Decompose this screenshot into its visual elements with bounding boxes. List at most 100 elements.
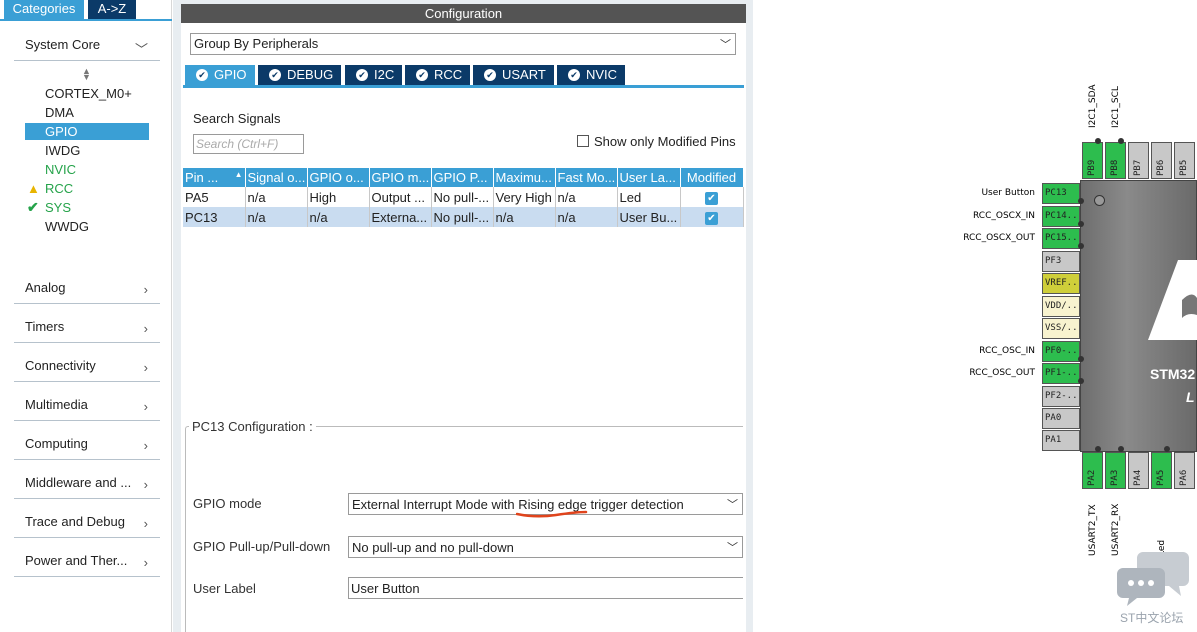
category-label: Power and Ther...: [25, 553, 128, 568]
category-timers[interactable]: Timers ›: [14, 319, 160, 343]
col-header-gpio-pull[interactable]: GPIO P...: [431, 168, 494, 187]
show-modified-checkbox[interactable]: Show only Modified Pins: [577, 134, 736, 149]
tree-item-sys[interactable]: SYS: [45, 200, 71, 215]
tab-nvic[interactable]: ✔ NVIC: [557, 65, 626, 85]
chevron-down-icon: ﹀: [720, 39, 731, 51]
cell-modified[interactable]: ✔: [680, 187, 744, 207]
pin-pc14[interactable]: PC14...: [1042, 206, 1080, 227]
pin-vref[interactable]: VREF...: [1042, 273, 1080, 294]
pull-select[interactable]: No pull-up and no pull-down ﹀: [348, 536, 743, 558]
tree-item-iwdg[interactable]: IWDG: [45, 143, 80, 158]
table-row[interactable]: PA5 n/a High Output ... No pull-... Very…: [183, 187, 744, 207]
pin-signal-label: I2C1_SDA: [1088, 84, 1098, 128]
show-modified-label: Show only Modified Pins: [594, 134, 736, 149]
warning-icon: ▲: [27, 181, 40, 196]
tree-item-dma[interactable]: DMA: [45, 105, 74, 120]
pin-vss[interactable]: VSS/...: [1042, 318, 1080, 339]
forum-chat-icon: [1117, 552, 1189, 606]
pin-label: PA4: [1133, 469, 1143, 486]
col-header-signal[interactable]: Signal o...: [245, 168, 308, 187]
check-circle-icon: ✔: [484, 69, 496, 81]
table-row[interactable]: PC13 n/a n/a Externa... No pull-... n/a …: [183, 207, 744, 227]
pin-pb5[interactable]: PB5: [1174, 142, 1195, 179]
tree-item-nvic[interactable]: NVIC: [45, 162, 76, 177]
tab-rcc[interactable]: ✔ RCC: [405, 65, 471, 85]
checked-icon[interactable]: ✔: [705, 212, 718, 225]
search-input[interactable]: Search (Ctrl+F): [193, 134, 304, 154]
tab-gpio[interactable]: ✔ GPIO: [185, 65, 255, 85]
tab-underline: [0, 19, 172, 21]
pin-pf3[interactable]: PF3: [1042, 251, 1080, 272]
tab-i2c[interactable]: ✔ I2C: [345, 65, 403, 85]
pin-pb7[interactable]: PB7: [1128, 142, 1149, 179]
cell: High: [307, 187, 370, 207]
cell-modified[interactable]: ✔: [680, 207, 744, 227]
pin-label: PA5: [1156, 469, 1166, 486]
chevron-right-icon: ›: [143, 360, 148, 375]
pin-pb8[interactable]: PB8: [1105, 142, 1126, 179]
pin-pa3[interactable]: PA3: [1105, 452, 1126, 489]
pin-label: PA6: [1179, 469, 1189, 486]
pin-label: PB6: [1156, 159, 1166, 176]
pin-pf2[interactable]: PF2-...: [1042, 386, 1080, 407]
tree-item-cortex[interactable]: CORTEX_M0+: [45, 86, 132, 101]
tree-item-wwdg[interactable]: WWDG: [45, 219, 89, 234]
pin-pa6[interactable]: PA6: [1174, 452, 1195, 489]
col-header-gpio-mode[interactable]: GPIO m...: [369, 168, 432, 187]
pin-pf1[interactable]: PF1-...: [1042, 363, 1080, 384]
pin-pc15[interactable]: PC15...: [1042, 228, 1080, 249]
pull-label: GPIO Pull-up/Pull-down: [193, 539, 331, 554]
category-computing[interactable]: Computing ›: [14, 436, 160, 460]
col-header-pin[interactable]: Pin ... ▲: [183, 168, 246, 187]
tab-usart[interactable]: ✔ USART: [473, 65, 554, 85]
tab-debug[interactable]: ✔ DEBUG: [258, 65, 342, 85]
col-header-modified[interactable]: Modified: [680, 168, 744, 187]
chip-name: STM32: [1150, 366, 1196, 382]
chevron-down-icon: ﹀: [727, 542, 738, 554]
cell: n/a: [245, 187, 308, 207]
pin-pa2[interactable]: PA2: [1082, 452, 1103, 489]
pin-pa0[interactable]: PA0: [1042, 408, 1080, 429]
pin-pf0[interactable]: PF0-...: [1042, 341, 1080, 362]
search-label: Search Signals: [193, 111, 281, 126]
tab-a-to-z[interactable]: A->Z: [88, 0, 136, 19]
pin-pa5[interactable]: PA5: [1151, 452, 1172, 489]
col-header-gpio-output[interactable]: GPIO o...: [307, 168, 370, 187]
check-circle-icon: ✔: [356, 69, 368, 81]
tree-item-rcc[interactable]: RCC: [45, 181, 73, 196]
category-power-thermal[interactable]: Power and Ther... ›: [14, 553, 160, 577]
pin-pa1[interactable]: PA1: [1042, 430, 1080, 451]
pin-pa4[interactable]: PA4: [1128, 452, 1149, 489]
group-by-value: Group By Peripherals: [194, 36, 319, 51]
sort-icon[interactable]: ▲ ▼: [82, 67, 91, 82]
category-connectivity[interactable]: Connectivity ›: [14, 358, 160, 382]
tree-item-gpio[interactable]: GPIO: [25, 123, 149, 140]
col-header-fast-mode[interactable]: Fast Mo...: [555, 168, 618, 187]
pin-pb6[interactable]: PB6: [1151, 142, 1172, 179]
category-trace-debug[interactable]: Trace and Debug ›: [14, 514, 160, 538]
chevron-down-icon: ﹀: [134, 42, 148, 57]
tab-categories[interactable]: Categories: [4, 0, 84, 19]
user-label-input[interactable]: User Button: [348, 577, 743, 599]
checked-icon[interactable]: ✔: [705, 192, 718, 205]
pin-vdd[interactable]: VDD/...: [1042, 296, 1080, 317]
category-system-core[interactable]: System Core ﹀: [14, 37, 160, 61]
pin-pc13[interactable]: PC13: [1042, 183, 1080, 204]
header-label: Pin ...: [185, 170, 219, 185]
tab-label: DEBUG: [287, 67, 334, 82]
category-multimedia[interactable]: Multimedia ›: [14, 397, 160, 421]
pin-label: PB8: [1110, 159, 1120, 176]
col-header-user-label[interactable]: User La...: [617, 168, 681, 187]
checkbox-icon[interactable]: [577, 135, 589, 147]
group-by-select[interactable]: Group By Peripherals ﹀: [190, 33, 736, 55]
pin-signal-label: RCC_OSCX_IN: [972, 211, 1035, 221]
cell: No pull-...: [431, 207, 494, 227]
pin-signal-label: RCC_OSCX_OUT: [963, 233, 1035, 243]
pin-pushpin-icon: [1078, 243, 1084, 249]
cell: PC13: [183, 207, 246, 227]
category-middleware[interactable]: Middleware and ... ›: [14, 475, 160, 499]
pin-signal-label: USART2_TX: [1088, 504, 1098, 556]
pin-pb9[interactable]: PB9: [1082, 142, 1103, 179]
col-header-max-speed[interactable]: Maximu...: [493, 168, 556, 187]
category-analog[interactable]: Analog ›: [14, 280, 160, 304]
